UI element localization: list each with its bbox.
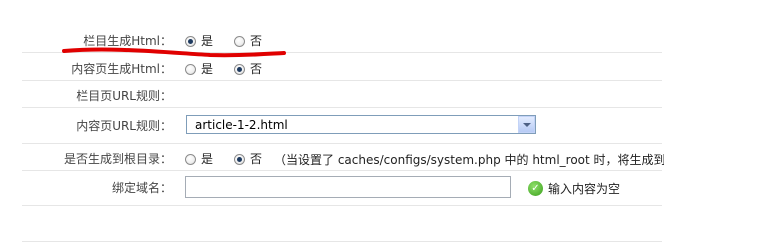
bind-domain-hint: ✓ 输入内容为空 [528,180,620,197]
category-html-no-radio[interactable]: 否 [234,33,262,49]
content-html-no-radio[interactable]: 否 [234,61,262,77]
bind-domain-input[interactable] [185,176,511,198]
row-divider [22,52,662,53]
root-generate-yes-radio[interactable]: 是 [185,151,213,167]
category-url-rule-label: 栏目页URL规则： [76,89,172,103]
radio-label: 是 [201,34,214,48]
row-divider [22,80,662,81]
category-html-label: 栏目生成Html： [83,34,172,48]
radio-checked-icon [234,63,245,75]
radio-label: 否 [250,152,263,166]
row-divider [22,170,662,171]
content-url-rule-label: 内容页URL规则： [76,119,172,133]
radio-checked-icon [234,153,245,165]
radio-unchecked-icon [234,35,245,47]
radio-label: 是 [201,152,214,166]
hint-text: 输入内容为空 [548,182,621,196]
row-divider [22,107,662,108]
content-html-yes-radio[interactable]: 是 [185,61,213,77]
row-divider [22,143,662,144]
content-url-rule-select[interactable]: article-1-2.html [186,115,536,134]
chevron-down-icon[interactable] [518,116,535,133]
root-generate-label: 是否生成到根目录： [63,152,172,166]
category-html-yes-radio[interactable]: 是 [185,33,213,49]
root-generate-note: （当设置了 caches/configs/system.php 中的 html_… [274,153,664,167]
radio-label: 否 [250,62,263,76]
select-value: article-1-2.html [195,117,288,132]
radio-unchecked-icon [185,63,196,75]
root-generate-no-radio[interactable]: 否 [234,151,262,167]
content-html-label: 内容页生成Html： [71,62,172,76]
row-divider [22,241,662,242]
radio-label: 否 [250,34,263,48]
radio-checked-icon [185,35,196,47]
row-divider [22,205,662,206]
check-circle-icon: ✓ [528,181,543,196]
html-settings-form: 栏目生成Html： 是 否 内容页生成Html： 是 否 栏目页URL规则： 内… [22,24,664,244]
radio-label: 是 [201,62,214,76]
bind-domain-label: 绑定域名： [111,181,172,195]
radio-unchecked-icon [185,153,196,165]
